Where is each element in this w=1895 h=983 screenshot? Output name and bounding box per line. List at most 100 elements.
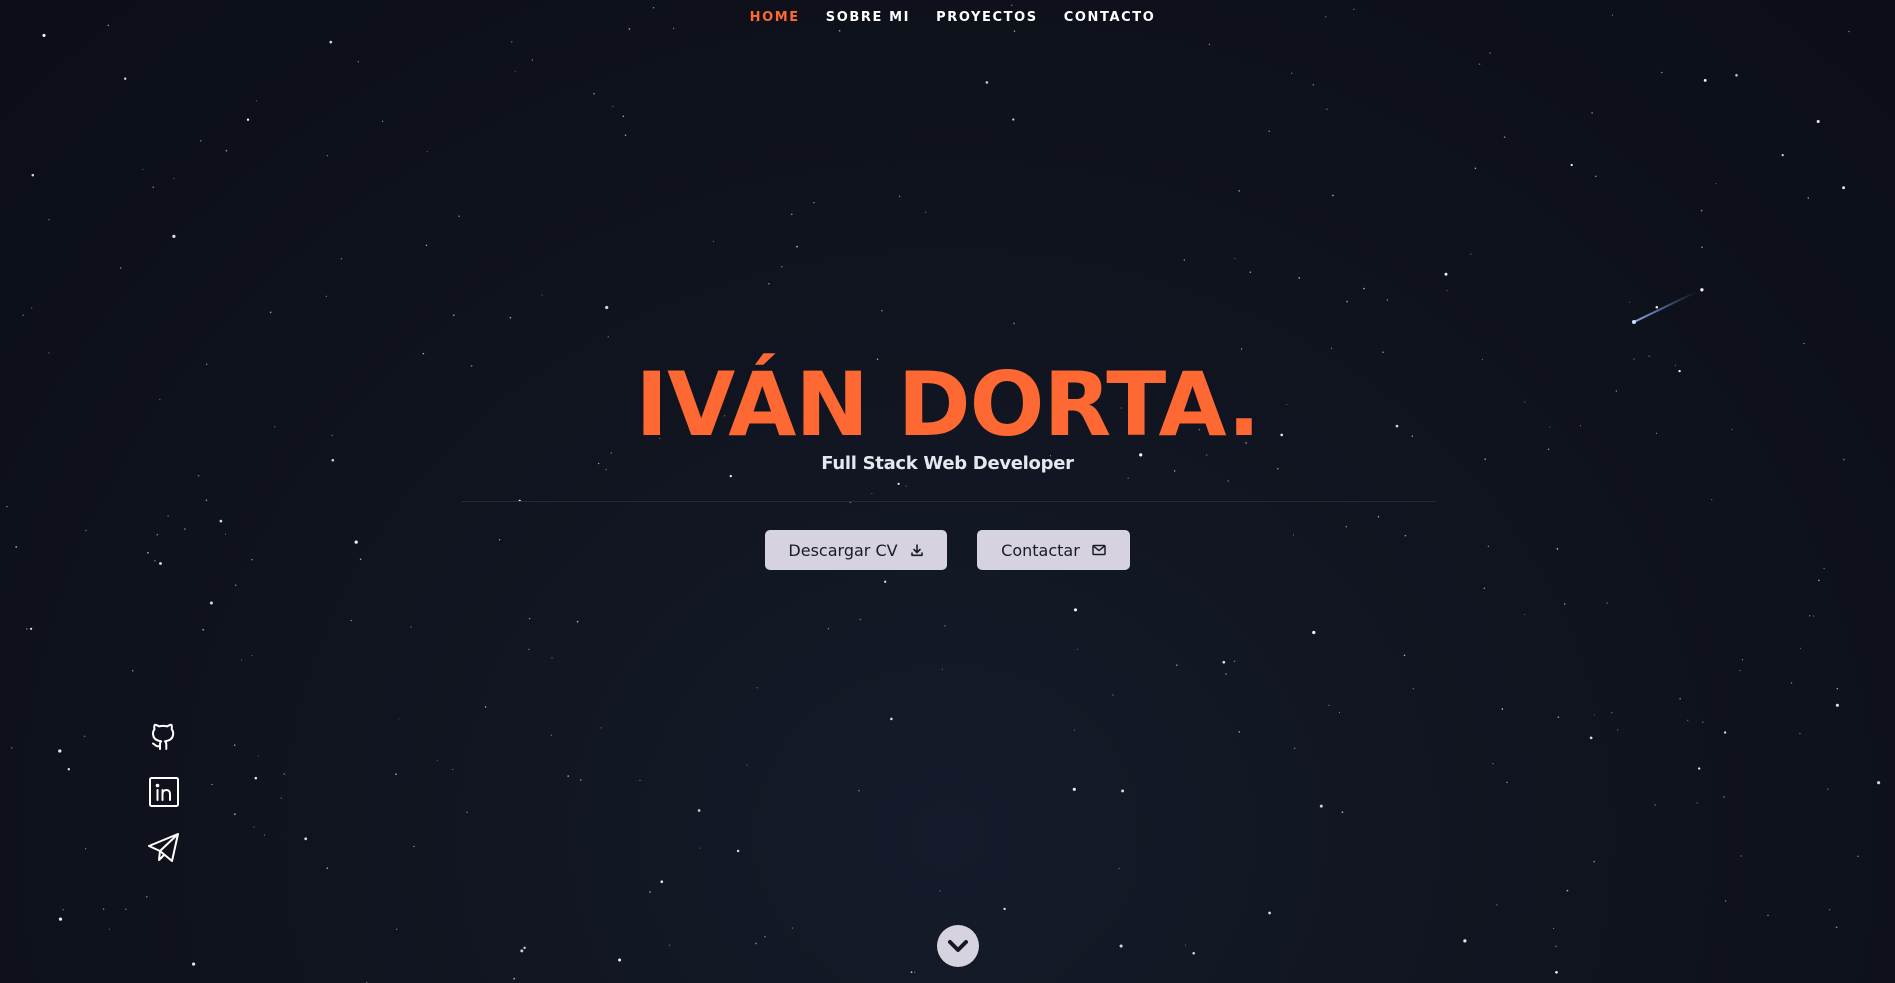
star xyxy=(350,619,352,622)
star xyxy=(827,627,830,630)
star xyxy=(1563,603,1566,605)
star xyxy=(234,584,237,586)
star xyxy=(1222,660,1226,664)
star xyxy=(528,617,531,620)
star xyxy=(756,687,758,689)
contact-button[interactable]: Contactar xyxy=(977,530,1130,570)
star xyxy=(1013,30,1016,32)
star xyxy=(781,266,783,268)
star xyxy=(1790,682,1793,684)
shooting-star xyxy=(1632,291,1697,324)
star xyxy=(466,811,468,813)
star xyxy=(131,670,134,672)
star xyxy=(1799,732,1801,735)
telegram-link[interactable] xyxy=(146,830,182,866)
star xyxy=(172,234,176,238)
star xyxy=(413,845,415,848)
nav-home[interactable]: HOME xyxy=(737,10,813,26)
star xyxy=(1463,939,1467,943)
star xyxy=(11,747,13,749)
star xyxy=(219,519,223,523)
star xyxy=(1611,712,1613,714)
star xyxy=(1557,716,1560,718)
star xyxy=(1740,855,1742,857)
star xyxy=(1501,708,1504,710)
star xyxy=(1474,167,1477,170)
star xyxy=(1555,945,1557,948)
star xyxy=(1506,781,1508,784)
star xyxy=(697,809,701,812)
star xyxy=(1703,78,1707,82)
star xyxy=(1176,664,1178,666)
star xyxy=(269,311,272,314)
star xyxy=(791,927,794,929)
star xyxy=(1225,673,1227,675)
star xyxy=(145,895,148,898)
star xyxy=(859,618,862,621)
download-cv-button[interactable]: Descargar CV xyxy=(765,530,947,570)
star xyxy=(838,29,841,32)
star xyxy=(567,775,569,777)
star xyxy=(1326,108,1328,110)
star xyxy=(58,917,63,921)
star xyxy=(513,977,516,980)
star xyxy=(42,33,46,37)
star xyxy=(62,909,64,911)
starfield-background xyxy=(6,4,1881,983)
star xyxy=(1735,74,1738,77)
star xyxy=(325,295,327,297)
star xyxy=(1723,796,1725,798)
star xyxy=(395,773,397,776)
star xyxy=(746,764,748,766)
star xyxy=(211,783,213,786)
star xyxy=(255,100,258,102)
scroll-down-button[interactable] xyxy=(937,925,979,967)
nav-contacto[interactable]: CONTACTO xyxy=(1051,10,1169,26)
star xyxy=(1112,694,1114,696)
star xyxy=(898,195,901,198)
star xyxy=(1606,602,1608,604)
star xyxy=(326,867,329,869)
star xyxy=(1412,688,1414,690)
star xyxy=(884,580,887,583)
star xyxy=(1268,911,1271,915)
star xyxy=(1593,714,1595,716)
star xyxy=(1595,175,1597,178)
linkedin-link[interactable] xyxy=(146,774,182,810)
star xyxy=(197,474,200,477)
star xyxy=(246,118,250,121)
github-icon xyxy=(152,723,175,750)
star xyxy=(612,105,614,107)
star xyxy=(1377,515,1380,518)
star xyxy=(652,7,655,9)
star xyxy=(1570,163,1573,167)
nav-sobre-mi[interactable]: SOBRE MI xyxy=(813,10,923,26)
star xyxy=(796,245,798,248)
nav-proyectos[interactable]: PROYECTOS xyxy=(923,10,1051,26)
star xyxy=(1119,944,1123,948)
star xyxy=(31,307,33,309)
hero-title: IVÁN DORTA. xyxy=(635,353,1260,456)
star xyxy=(1298,277,1301,279)
star xyxy=(1589,736,1593,740)
star xyxy=(173,177,175,179)
star xyxy=(1478,63,1481,65)
github-link[interactable] xyxy=(146,718,182,754)
hero-divider xyxy=(462,501,1436,502)
star xyxy=(304,837,308,841)
star xyxy=(514,71,516,73)
star xyxy=(1835,703,1839,707)
star xyxy=(881,310,883,312)
star xyxy=(1338,711,1340,714)
star xyxy=(31,173,35,177)
star xyxy=(1698,767,1701,770)
telegram-icon xyxy=(148,833,179,862)
star xyxy=(1700,288,1704,292)
star xyxy=(124,77,127,80)
star xyxy=(531,59,534,61)
star xyxy=(905,485,907,487)
star xyxy=(1857,855,1859,857)
main-nav: HOME SOBRE MI PROYECTOS CONTACTO xyxy=(0,10,1895,26)
star xyxy=(202,628,205,631)
star xyxy=(1332,194,1334,197)
